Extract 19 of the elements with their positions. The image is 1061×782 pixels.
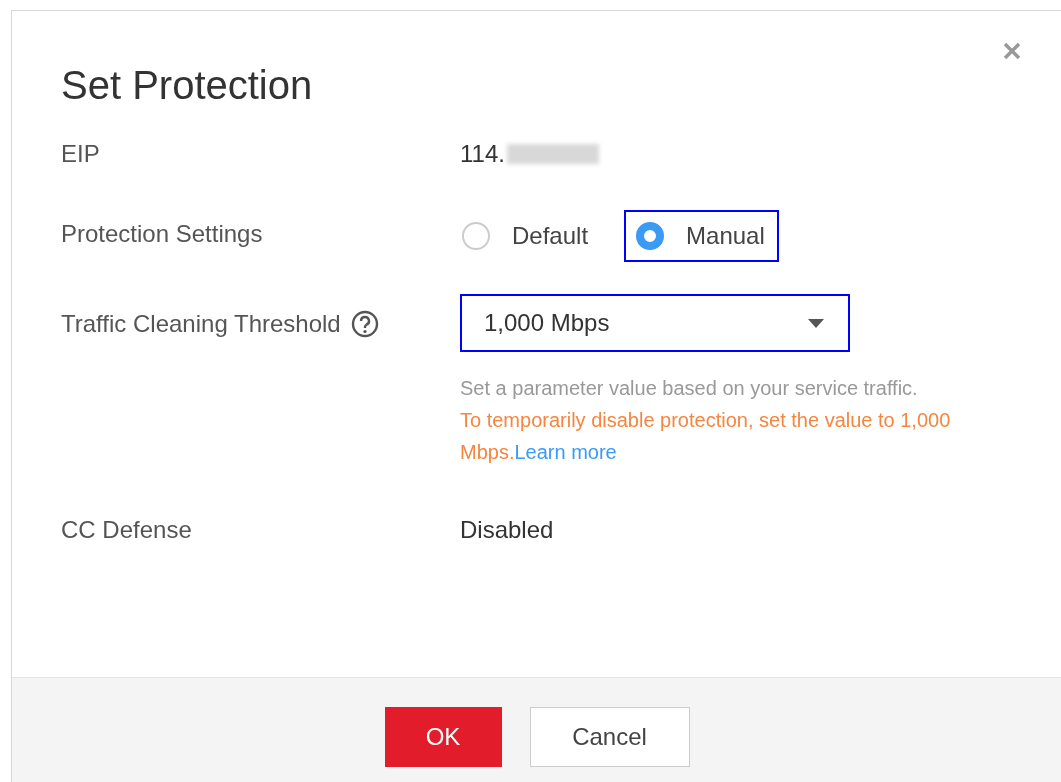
dialog-title: Set Protection [61, 63, 314, 108]
close-icon[interactable] [1003, 42, 1021, 60]
field-label: EIP [61, 139, 100, 169]
help-icon[interactable] [350, 310, 379, 338]
field-value: 114. [460, 139, 505, 169]
field-label: Protection Settings [61, 219, 263, 249]
radio-option[interactable]: Manual [624, 210, 779, 262]
warning-text: To temporarily disable protection, set the value to 1,000 Mbps.Learn more [460, 408, 952, 465]
radio-option[interactable]: Default [460, 210, 603, 262]
hint-text: Set a parameter value based on your service traffic. [460, 376, 919, 401]
field-value: Disabled [460, 515, 554, 545]
cancel-button[interactable]: Cancel [529, 707, 690, 767]
radio-icon[interactable] [462, 222, 490, 250]
threshold-dropdown[interactable]: 1,000 Mbps [460, 294, 850, 352]
field-label: Traffic Cleaning Threshold [61, 309, 341, 339]
ok-button[interactable]: OK [384, 707, 502, 767]
radio-icon[interactable] [636, 222, 665, 250]
caret-icon [808, 318, 824, 328]
field-label: CC Defense [61, 515, 192, 545]
